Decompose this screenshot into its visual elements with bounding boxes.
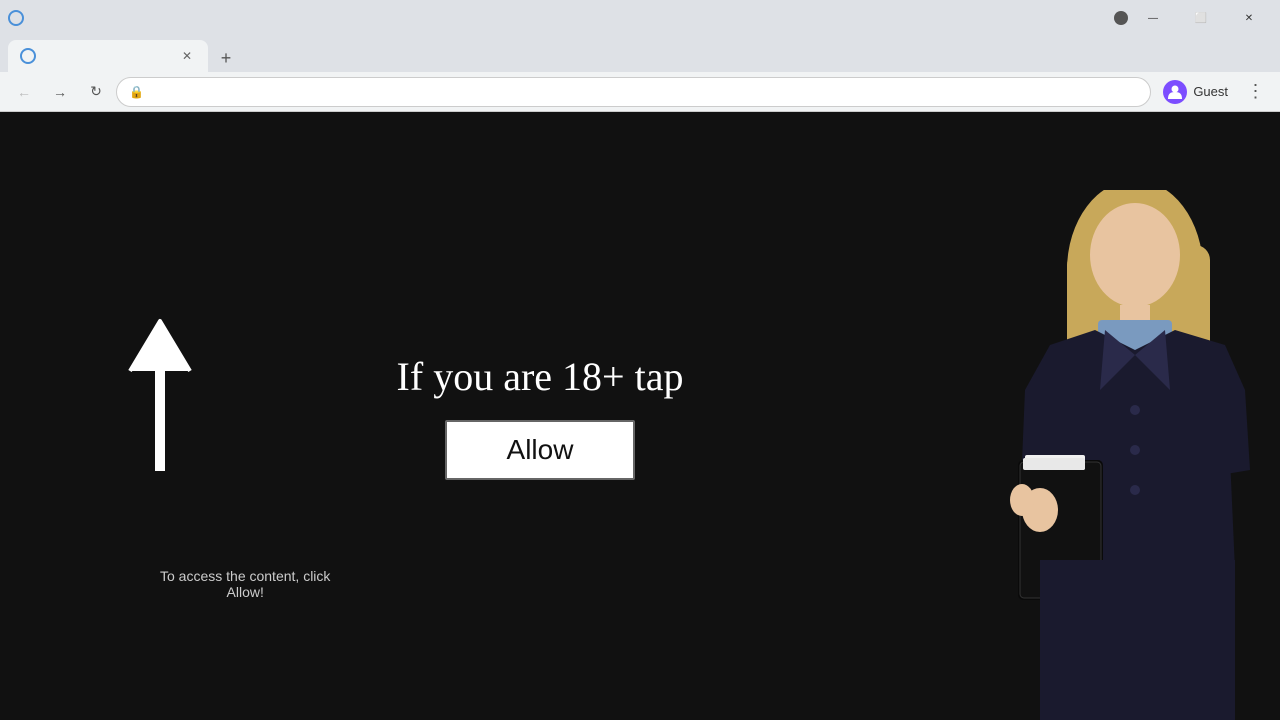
toolbar-right: Guest ⋮ [1155, 76, 1272, 108]
profile-button[interactable]: Guest [1155, 76, 1236, 108]
up-arrow-icon [120, 311, 200, 481]
page-content: To access the content, click Allow! If y… [0, 112, 1280, 720]
browser-menu-button[interactable]: ⋮ [1240, 76, 1272, 108]
bottom-instruction-text: To access the content, click Allow! [160, 568, 330, 600]
minimize-button[interactable]: — [1130, 3, 1176, 33]
new-tab-button[interactable]: + [212, 44, 240, 72]
favicon-icon [8, 10, 24, 26]
main-content-area: If you are 18+ tap Allow [397, 353, 684, 480]
refresh-button[interactable]: ↻ [80, 76, 112, 108]
toolbar: ← → ↻ 🔒 Guest ⋮ [0, 72, 1280, 112]
window-controls: — ⬜ ✕ [1114, 3, 1272, 33]
forward-button[interactable]: → [44, 76, 76, 108]
instruction-line1: To access the content, click [160, 568, 330, 584]
woman-figure-svg [950, 190, 1270, 720]
recording-indicator [1114, 11, 1128, 25]
arrow-container [120, 311, 200, 486]
close-button[interactable]: ✕ [1226, 3, 1272, 33]
address-input[interactable] [150, 84, 1138, 99]
browser-content: To access the content, click Allow! If y… [0, 112, 1280, 720]
tab-close-button[interactable]: ✕ [178, 47, 196, 65]
tab-favicon [20, 48, 36, 64]
headline-text: If you are 18+ tap [397, 353, 684, 400]
browser-window: — ⬜ ✕ ✕ + ← → ↻ 🔒 [0, 0, 1280, 720]
title-bar-left [8, 10, 24, 26]
instruction-line2: Allow! [227, 584, 264, 600]
back-button[interactable]: ← [8, 76, 40, 108]
allow-button[interactable]: Allow [445, 420, 636, 480]
address-bar: 🔒 [116, 77, 1151, 107]
tab-bar: ✕ + [0, 36, 1280, 72]
person-icon [1167, 84, 1183, 100]
title-bar: — ⬜ ✕ [0, 0, 1280, 36]
active-tab[interactable]: ✕ [8, 40, 208, 72]
profile-avatar [1163, 80, 1187, 104]
maximize-button[interactable]: ⬜ [1178, 3, 1224, 33]
lock-icon: 🔒 [129, 85, 144, 99]
woman-image [940, 112, 1280, 720]
profile-label: Guest [1193, 84, 1228, 99]
